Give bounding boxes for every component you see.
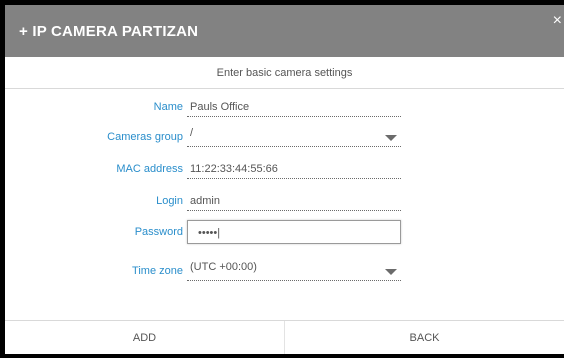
cameras-group-row: Cameras group / — [5, 123, 564, 147]
password-row: Password •••••| — [5, 220, 564, 244]
add-camera-dialog: + IP CAMERA PARTIZAN × Enter basic camer… — [5, 5, 564, 354]
password-input[interactable]: •••••| — [187, 220, 401, 244]
time-zone-select[interactable]: (UTC +00:00) — [187, 257, 401, 281]
login-row: Login admin — [5, 191, 564, 211]
chevron-down-icon — [385, 269, 397, 275]
time-zone-label: Time zone — [132, 265, 183, 277]
dialog-footer: ADD BACK — [5, 320, 564, 354]
cameras-group-value: / — [190, 127, 194, 139]
add-button[interactable]: ADD — [5, 321, 284, 354]
close-icon[interactable]: × — [553, 13, 562, 29]
time-zone-value: (UTC +00:00) — [190, 261, 257, 273]
mac-address-label: MAC address — [116, 163, 183, 175]
login-input[interactable]: admin — [187, 191, 401, 211]
dialog-title: + IP CAMERA PARTIZAN — [19, 22, 199, 40]
dialog-subtitle: Enter basic camera settings — [5, 57, 564, 89]
name-row: Name Pauls Office — [5, 97, 564, 117]
camera-settings-form: Name Pauls Office Cameras group / MAC ad… — [5, 89, 564, 321]
name-label: Name — [153, 101, 183, 113]
login-label: Login — [156, 195, 183, 207]
mac-address-row: MAC address 11:22:33:44:55:66 — [5, 159, 564, 179]
password-label: Password — [134, 226, 183, 238]
name-input[interactable]: Pauls Office — [187, 97, 401, 117]
time-zone-row: Time zone (UTC +00:00) — [5, 257, 564, 281]
chevron-down-icon — [385, 135, 397, 141]
dialog-header: + IP CAMERA PARTIZAN × — [5, 5, 564, 57]
back-button[interactable]: BACK — [285, 321, 564, 354]
cameras-group-select[interactable]: / — [187, 123, 401, 147]
mac-address-input[interactable]: 11:22:33:44:55:66 — [187, 159, 401, 179]
cameras-group-label: Cameras group — [107, 131, 183, 143]
